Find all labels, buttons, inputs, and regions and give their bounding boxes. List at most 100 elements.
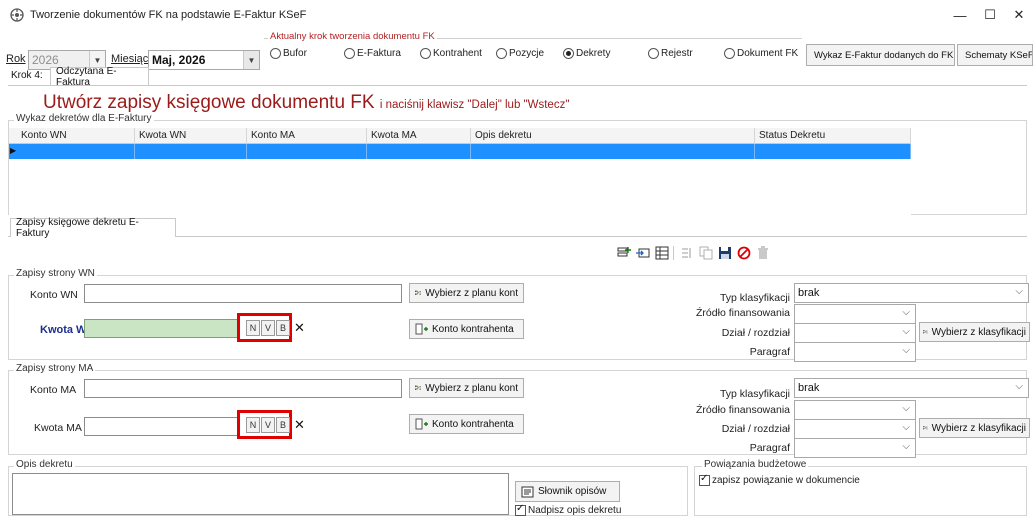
ma-paragraf-label: Paragraf [749, 442, 790, 454]
grid-header: Konto WN Kwota WN Konto MA Kwota MA Opis… [9, 128, 911, 144]
slownik-opisow-button[interactable]: Słownik opisów [515, 481, 620, 502]
toolbar-divider [673, 246, 674, 260]
checkbox-label: Nadpisz opis dekretu [528, 505, 622, 516]
table-cell [9, 144, 135, 159]
ma-n-button[interactable]: N [246, 417, 260, 433]
radio-icon [648, 48, 659, 59]
step-number-label: Krok 4: [11, 70, 43, 81]
wn-typ-klasyfikacji-select[interactable]: brak ⌵ [794, 283, 1029, 303]
ma-wybierz-z-klasyfikacji-button[interactable]: Wybierz z klasyfikacji [919, 418, 1030, 438]
copy-entry-icon[interactable] [699, 246, 713, 260]
insert-entry-icon[interactable] [636, 246, 650, 260]
zapisz-powiazanie-checkbox[interactable]: zapisz powiązanie w dokumencie [699, 473, 860, 486]
wn-zrodlo-label: Źródło finansowania [696, 307, 790, 319]
ma-konto-kontrahenta-button[interactable]: Konto kontrahenta [409, 414, 524, 434]
tab-odczytana-efaktura[interactable]: Odczytana E-Faktura [50, 66, 149, 88]
minimize-button[interactable]: — [946, 4, 974, 26]
button-label: Konto kontrahenta [432, 323, 514, 335]
wn-b-button[interactable]: B [276, 320, 290, 336]
checkbox-checked-icon [515, 503, 526, 516]
cancel-icon[interactable] [737, 246, 751, 260]
chevron-down-icon: ⌵ [902, 307, 910, 318]
wn-plan-kont-button[interactable]: Wybierz z planu kont [409, 283, 524, 303]
month-label: Miesiąc [111, 53, 149, 65]
kwota-ma-input[interactable] [84, 417, 240, 436]
col-konto-ma[interactable]: Konto MA [247, 128, 367, 144]
wn-paragraf-label: Paragraf [749, 346, 790, 358]
table-edit-icon[interactable] [655, 246, 669, 260]
delete-icon[interactable] [756, 246, 770, 260]
step-radio-kontrahent[interactable]: Kontrahent [420, 48, 482, 59]
app-icon [10, 8, 24, 22]
chevron-down-icon: ⌵ [902, 345, 910, 356]
step-radio-pozycje[interactable]: Pozycje [496, 48, 544, 59]
add-entry-icon[interactable] [617, 246, 631, 260]
table-row[interactable] [9, 144, 911, 159]
split-entry-icon[interactable] [680, 246, 694, 260]
step-label: Bufor [283, 48, 307, 59]
wn-dzial-label: Dział / rozdział [721, 327, 790, 339]
konto-wn-label: Konto WN [30, 289, 78, 301]
step-caption: Aktualny krok tworzenia dokumentu FK [268, 31, 437, 42]
nadpisz-opis-checkbox[interactable]: Nadpisz opis dekretu [515, 503, 622, 516]
ma-dzial-select[interactable]: ⌵ [794, 419, 916, 439]
dictionary-icon [521, 486, 534, 497]
wn-n-button[interactable]: N [246, 320, 260, 336]
table-cell [367, 144, 471, 159]
wn-zrodlo-select[interactable]: ⌵ [794, 304, 916, 324]
wn-v-button[interactable]: V [261, 320, 275, 336]
col-konto-wn[interactable]: Konto WN [9, 128, 135, 144]
button-label: Wybierz z klasyfikacji [931, 326, 1026, 338]
wn-paragraf-select[interactable]: ⌵ [794, 342, 916, 362]
save-icon[interactable] [718, 246, 732, 260]
ma-dzial-label: Dział / rozdział [721, 423, 790, 435]
radio-selected-icon [563, 48, 574, 59]
col-status-dekretu[interactable]: Status Dekretu [755, 128, 911, 144]
step-radio-rejestr[interactable]: Rejestr [648, 48, 693, 59]
konto-wn-input[interactable] [84, 284, 402, 303]
ma-typ-klasyfikacji-select[interactable]: brak ⌵ [794, 378, 1029, 398]
opis-caption: Opis dekretu [14, 459, 75, 470]
table-cell [247, 144, 367, 159]
tree-icon [923, 330, 928, 334]
ma-clear-icon[interactable]: ✕ [294, 417, 305, 433]
schematy-ksef-button[interactable]: Schematy KSeF [957, 44, 1033, 66]
tab-entries[interactable]: Zapisy księgowe dekretu E-Faktury [10, 217, 176, 239]
wn-wybierz-z-klasyfikacji-button[interactable]: Wybierz z klasyfikacji [919, 322, 1030, 342]
checkbox-checked-icon [699, 473, 710, 486]
kwota-wn-input[interactable] [84, 319, 240, 338]
month-select[interactable]: Maj, 2026 ▼ [148, 50, 260, 70]
col-kwota-ma[interactable]: Kwota MA [367, 128, 471, 144]
radio-icon [270, 48, 281, 59]
tab-strip-border [8, 85, 1027, 86]
col-kwota-wn[interactable]: Kwota WN [135, 128, 247, 144]
wn-clear-icon[interactable]: ✕ [294, 320, 305, 336]
button-label: Wybierz z planu kont [425, 382, 518, 394]
col-opis-dekretu[interactable]: Opis dekretu [471, 128, 755, 144]
decree-grid[interactable]: Konto WN Kwota WN Konto MA Kwota MA Opis… [9, 128, 911, 215]
ma-b-button[interactable]: B [276, 417, 290, 433]
wn-konto-kontrahenta-button[interactable]: Konto kontrahenta [409, 319, 524, 339]
wn-caption: Zapisy strony WN [14, 268, 97, 279]
opis-dekretu-textarea[interactable] [12, 473, 509, 515]
step-radio-bufor[interactable]: Bufor [270, 48, 307, 59]
wykaz-efaktur-button[interactable]: Wykaz E-Faktur dodanych do FK [806, 44, 955, 66]
konto-ma-input[interactable] [84, 379, 402, 398]
ma-plan-kont-button[interactable]: Wybierz z planu kont [409, 378, 524, 398]
ma-paragraf-select[interactable]: ⌵ [794, 438, 916, 458]
ma-zrodlo-select[interactable]: ⌵ [794, 400, 916, 420]
step-radio-dokument-fk[interactable]: Dokument FK [724, 48, 798, 59]
wn-dzial-select[interactable]: ⌵ [794, 323, 916, 343]
chevron-down-icon: ⌵ [902, 403, 910, 414]
step-label: E-Faktura [357, 48, 401, 59]
tree-icon [923, 426, 928, 430]
table-cell [135, 144, 247, 159]
ma-v-button[interactable]: V [261, 417, 275, 433]
step-radio-dekrety[interactable]: Dekrety [563, 48, 610, 59]
wn-typ-klasyfikacji-label: Typ klasyfikacji [719, 292, 790, 304]
maximize-button[interactable]: ☐ [976, 4, 1004, 26]
chevron-down-icon: ⌵ [902, 422, 910, 433]
select-value: brak [798, 287, 820, 299]
step-radio-efaktura[interactable]: E-Faktura [344, 48, 401, 59]
close-window-button[interactable]: ✕ [1005, 4, 1033, 26]
